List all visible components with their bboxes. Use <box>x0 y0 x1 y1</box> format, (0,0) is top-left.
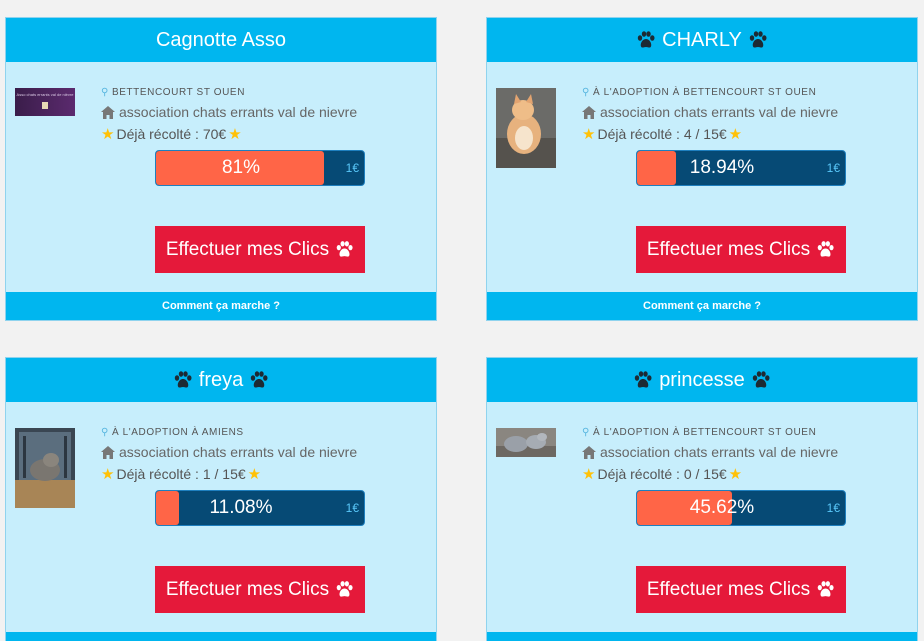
map-pin-icon: ⚲ <box>101 427 109 438</box>
collected-amount: ★ Déjà récolté : 4 / 15€ ★ <box>582 126 912 142</box>
star-icon: ★ <box>101 125 115 143</box>
home-icon <box>582 445 596 459</box>
location: ⚲ À L'ADOPTION À AMIENS <box>101 426 431 439</box>
click-button-label: Effectuer mes Clics <box>646 578 811 600</box>
location-text: À L'ADOPTION À BETTENCOURT ST OUEN <box>592 427 817 438</box>
cat-photo[interactable] <box>15 428 75 508</box>
how-it-works-link[interactable]: Comment ça marche ? <box>6 292 436 320</box>
progress-bar: 81% 1€ <box>155 150 365 186</box>
home-icon <box>101 445 115 459</box>
click-button[interactable]: Effectuer mes Clics <box>155 226 365 273</box>
star-icon: ★ <box>728 465 743 483</box>
home-icon <box>101 105 115 119</box>
progress-percent: 81% <box>221 157 261 178</box>
collected-amount: ★ Déjà récolté : 0 / 15€ ★ <box>582 466 912 482</box>
collected-amount: ★ Déjà récolté : 1 / 15€ ★ <box>101 466 431 482</box>
location: ⚲ BETTENCOURT ST OUEN <box>101 86 431 99</box>
card-title: princesse <box>659 368 745 391</box>
card-header[interactable]: princesse <box>487 358 917 402</box>
card-header[interactable]: CHARLY <box>487 18 917 62</box>
paw-icon <box>173 370 193 390</box>
home-icon <box>582 105 596 119</box>
card-title: CHARLY <box>662 28 742 51</box>
fundraiser-card: Cagnotte Asso Asso chats errants val de … <box>5 17 437 321</box>
click-button-label: Effectuer mes Clics <box>165 578 330 600</box>
collected-amount: ★ Déjà récolté : 70€ ★ <box>101 126 431 142</box>
collected-text: Déjà récolté : 4 / 15€ <box>597 126 727 142</box>
paw-icon <box>249 370 269 390</box>
progress-amount: 1€ <box>345 161 359 175</box>
collected-text: Déjà récolté : 70€ <box>116 126 227 142</box>
star-icon: ★ <box>228 125 242 143</box>
click-button-label: Effectuer mes Clics <box>165 238 330 260</box>
card-footer[interactable] <box>487 632 917 641</box>
card-header[interactable]: freya <box>6 358 436 402</box>
location: ⚲ À L'ADOPTION À BETTENCOURT ST OUEN <box>582 426 912 439</box>
card-info: ⚲ À L'ADOPTION À AMIENS association chat… <box>101 426 431 482</box>
paw-icon <box>636 30 656 50</box>
association: association chats errants val de nievre <box>101 444 431 460</box>
association: association chats errants val de nievre <box>101 104 431 120</box>
card-title: freya <box>198 368 244 391</box>
paw-icon <box>816 240 835 259</box>
progress-percent: 45.62% <box>689 497 755 518</box>
cat-photo[interactable] <box>496 88 556 168</box>
map-pin-icon: ⚲ <box>101 87 109 98</box>
star-icon: ★ <box>582 125 596 143</box>
location-text: À L'ADOPTION À AMIENS <box>111 427 244 438</box>
card-info: ⚲ À L'ADOPTION À BETTENCOURT ST OUEN ass… <box>582 426 912 482</box>
progress-percent: 18.94% <box>689 157 755 178</box>
star-icon: ★ <box>728 125 743 143</box>
location-text: BETTENCOURT ST OUEN <box>111 87 246 98</box>
card-footer[interactable] <box>6 632 436 641</box>
paw-icon <box>335 580 354 599</box>
progress-bar: 18.94% 1€ <box>636 150 846 186</box>
fundraiser-card: princesse ⚲ À L'ADOPTION À BETTENCOURT S… <box>486 357 918 641</box>
click-button[interactable]: Effectuer mes Clics <box>636 566 846 613</box>
progress-bar: 11.08% 1€ <box>155 490 365 526</box>
paw-icon <box>748 30 768 50</box>
card-body: ⚲ À L'ADOPTION À BETTENCOURT ST OUEN ass… <box>487 62 917 292</box>
card-info: ⚲ BETTENCOURT ST OUEN association chats … <box>101 86 431 142</box>
fundraiser-card: freya ⚲ À L'ADOPTION À AMIENS associatio… <box>5 357 437 641</box>
paw-icon <box>335 240 354 259</box>
cat-photo[interactable] <box>496 428 556 457</box>
progress-bar: 45.62% 1€ <box>636 490 846 526</box>
card-body: ⚲ À L'ADOPTION À BETTENCOURT ST OUEN ass… <box>487 402 917 632</box>
how-it-works-link[interactable]: Comment ça marche ? <box>487 292 917 320</box>
paw-icon <box>751 370 771 390</box>
association-logo-image[interactable]: Asso chats errants val de nièvre <box>15 88 75 116</box>
star-icon: ★ <box>101 465 115 483</box>
location: ⚲ À L'ADOPTION À BETTENCOURT ST OUEN <box>582 86 912 99</box>
map-pin-icon: ⚲ <box>582 87 590 98</box>
paw-icon <box>816 580 835 599</box>
click-button-label: Effectuer mes Clics <box>646 238 811 260</box>
fundraiser-card: CHARLY ⚲ À L'ADOPTION À BETTENCOURT ST O… <box>486 17 918 321</box>
card-title: Cagnotte Asso <box>155 28 287 51</box>
association: association chats errants val de nievre <box>582 444 912 460</box>
paw-icon <box>633 370 653 390</box>
progress-amount: 1€ <box>345 501 359 515</box>
association-name[interactable]: association chats errants val de nievre <box>600 104 838 120</box>
collected-text: Déjà récolté : 1 / 15€ <box>116 466 246 482</box>
star-icon: ★ <box>582 465 596 483</box>
collected-text: Déjà récolté : 0 / 15€ <box>597 466 727 482</box>
association-name[interactable]: association chats errants val de nievre <box>600 444 838 460</box>
card-body: ⚲ À L'ADOPTION À AMIENS association chat… <box>6 402 436 632</box>
association-name[interactable]: association chats errants val de nievre <box>119 104 357 120</box>
card-header[interactable]: Cagnotte Asso <box>6 18 436 62</box>
card-info: ⚲ À L'ADOPTION À BETTENCOURT ST OUEN ass… <box>582 86 912 142</box>
card-body: Asso chats errants val de nièvre ⚲ BETTE… <box>6 62 436 292</box>
star-icon: ★ <box>247 465 262 483</box>
map-pin-icon: ⚲ <box>582 427 590 438</box>
location-text: À L'ADOPTION À BETTENCOURT ST OUEN <box>592 87 817 98</box>
logo-text: Asso chats errants val de nièvre <box>17 92 75 97</box>
click-button[interactable]: Effectuer mes Clics <box>155 566 365 613</box>
association: association chats errants val de nievre <box>582 104 912 120</box>
progress-amount: 1€ <box>826 501 840 515</box>
progress-amount: 1€ <box>826 161 840 175</box>
progress-percent: 11.08% <box>209 497 273 518</box>
association-name[interactable]: association chats errants val de nievre <box>119 444 357 460</box>
click-button[interactable]: Effectuer mes Clics <box>636 226 846 273</box>
